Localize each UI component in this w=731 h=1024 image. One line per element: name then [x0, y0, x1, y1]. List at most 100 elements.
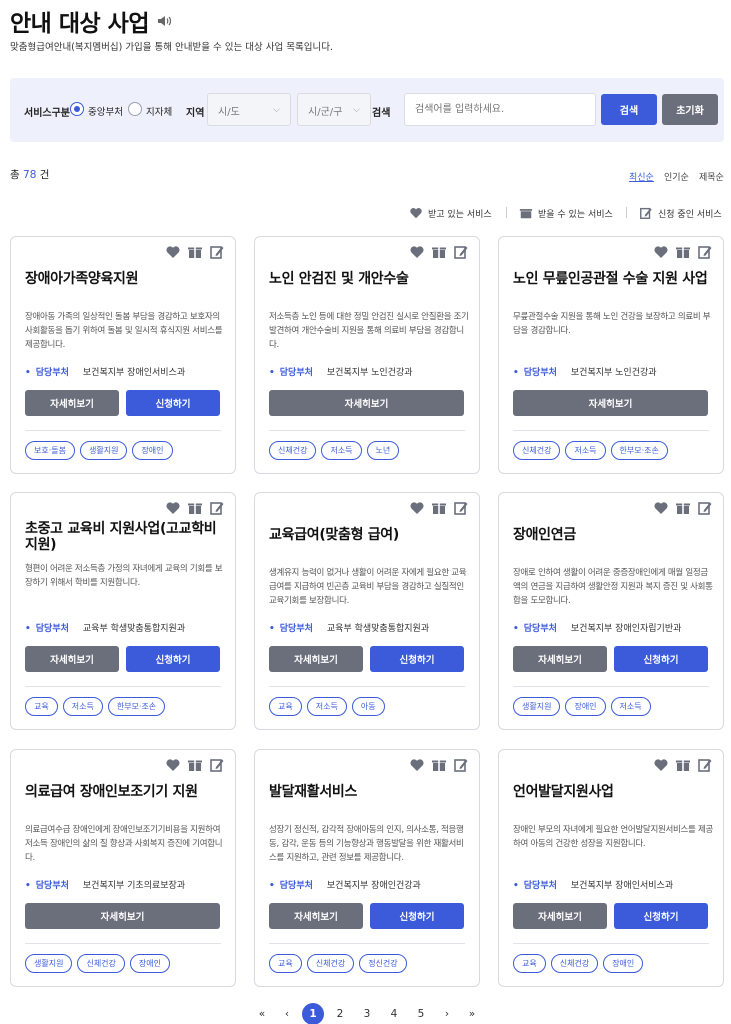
tag[interactable]: 생활지원 — [79, 441, 128, 460]
tag[interactable]: 생활지원 — [25, 954, 73, 973]
edit-icon[interactable] — [453, 500, 469, 516]
last-page-icon[interactable]: » — [461, 1003, 483, 1024]
detail-button[interactable]: 자세히보기 — [25, 903, 220, 929]
tag[interactable]: 신체건강 — [77, 954, 125, 973]
edit-icon[interactable] — [697, 244, 713, 260]
gift-icon[interactable] — [187, 500, 203, 516]
apply-button[interactable]: 신청하기 — [126, 646, 220, 672]
heart-icon[interactable] — [409, 244, 425, 260]
heart-icon[interactable] — [165, 500, 181, 516]
gift-icon[interactable] — [187, 757, 203, 773]
edit-icon[interactable] — [453, 757, 469, 773]
sort-popular[interactable]: 인기순 — [664, 170, 689, 183]
gift-icon[interactable] — [431, 757, 447, 773]
search-input[interactable] — [404, 93, 596, 126]
gift-icon[interactable] — [187, 244, 203, 260]
apply-button[interactable]: 신청하기 — [614, 903, 708, 929]
heart-icon[interactable] — [409, 757, 425, 773]
page-1[interactable]: 1 — [302, 1003, 324, 1024]
tag[interactable]: 아동 — [351, 697, 385, 716]
page-header: 안내 대상 사업 — [10, 4, 173, 38]
apply-button[interactable]: 신청하기 — [370, 646, 464, 672]
tag[interactable]: 신체건강 — [269, 441, 317, 460]
card-description: 장애인 부모의 자녀에게 필요한 언어발달지원서비스를 제공하여 아동의 건강한… — [513, 825, 714, 849]
tag[interactable]: 저소득 — [321, 441, 362, 460]
card-tags: 생활지원 신체건강 장애인 — [25, 954, 170, 973]
tag[interactable]: 보호·돌봄 — [25, 441, 75, 460]
heart-icon[interactable] — [165, 244, 181, 260]
tag[interactable]: 장애인 — [129, 954, 170, 973]
page-3[interactable]: 3 — [356, 1003, 378, 1024]
apply-button[interactable]: 신청하기 — [370, 903, 464, 929]
tag[interactable]: 저소득 — [62, 697, 103, 716]
tag[interactable]: 노년 — [366, 441, 400, 460]
heart-icon[interactable] — [653, 500, 669, 516]
tag[interactable]: 교육 — [269, 954, 302, 973]
tag[interactable]: 교육 — [513, 954, 546, 973]
card-tags: 교육 저소득 아동 — [269, 697, 385, 716]
page-5[interactable]: 5 — [410, 1003, 432, 1024]
sort-latest[interactable]: 최신순 — [629, 170, 654, 183]
radio-local[interactable] — [128, 102, 142, 116]
dept-value: 교육부 학생맞춤통합지원과 — [326, 624, 430, 634]
speaker-icon[interactable] — [155, 12, 173, 30]
sort-title[interactable]: 제목순 — [699, 170, 724, 183]
tag[interactable]: 교육 — [25, 697, 58, 716]
edit-icon[interactable] — [209, 244, 225, 260]
heart-icon[interactable] — [653, 244, 669, 260]
detail-button[interactable]: 자세히보기 — [269, 903, 363, 929]
tag[interactable]: 신체건강 — [513, 441, 561, 460]
heart-icon[interactable] — [653, 757, 669, 773]
tag[interactable]: 저소득 — [306, 697, 347, 716]
heart-icon[interactable] — [409, 500, 425, 516]
tag[interactable]: 장애인 — [565, 697, 606, 716]
sido-select[interactable]: 시/도 ⌵ — [207, 93, 291, 126]
sigungu-select[interactable]: 시/군/구 ⌵ — [297, 93, 371, 126]
apply-button[interactable]: 신청하기 — [126, 390, 220, 416]
tag[interactable]: 신체건강 — [550, 954, 599, 973]
detail-button[interactable]: 자세히보기 — [513, 903, 607, 929]
next-page-icon[interactable]: › — [436, 1003, 458, 1024]
tag[interactable]: 한부모·조손 — [107, 697, 166, 716]
edit-icon[interactable] — [209, 500, 225, 516]
apply-button[interactable]: 신청하기 — [614, 646, 708, 672]
radio-local-label[interactable]: 지자체 — [146, 104, 172, 118]
gift-icon[interactable] — [675, 757, 691, 773]
page-2[interactable]: 2 — [329, 1003, 351, 1024]
detail-button[interactable]: 자세히보기 — [269, 390, 464, 416]
tag[interactable]: 저소득 — [610, 697, 651, 716]
detail-button[interactable]: 자세히보기 — [269, 646, 363, 672]
card-divider — [269, 943, 465, 944]
card-status-icons — [653, 757, 713, 773]
detail-button[interactable]: 자세히보기 — [25, 390, 119, 416]
prev-page-icon[interactable]: ‹ — [276, 1003, 298, 1024]
tag[interactable]: 생활지원 — [513, 697, 561, 716]
tag[interactable]: 저소득 — [565, 441, 606, 460]
reset-button[interactable]: 초기화 — [662, 94, 718, 125]
tag[interactable]: 장애인 — [603, 954, 644, 973]
edit-icon[interactable] — [697, 500, 713, 516]
detail-button[interactable]: 자세히보기 — [25, 646, 119, 672]
tag[interactable]: 정신건강 — [359, 954, 407, 973]
edit-icon[interactable] — [453, 244, 469, 260]
tag[interactable]: 장애인 — [132, 441, 173, 460]
gift-icon[interactable] — [675, 244, 691, 260]
search-button[interactable]: 검색 — [601, 94, 657, 125]
edit-icon[interactable] — [209, 757, 225, 773]
heart-icon[interactable] — [165, 757, 181, 773]
radio-central-label[interactable]: 중앙부처 — [88, 104, 123, 118]
detail-button[interactable]: 자세히보기 — [513, 646, 607, 672]
legend-receiving: 받고 있는 서비스 — [409, 206, 492, 220]
tag[interactable]: 교육 — [269, 697, 302, 716]
card-title: 노인 무릎인공관절 수술 지원 사업 — [513, 271, 708, 287]
tag[interactable]: 신체건강 — [306, 954, 355, 973]
tag[interactable]: 한부모·조손 — [610, 441, 668, 460]
gift-icon[interactable] — [675, 500, 691, 516]
first-page-icon[interactable]: « — [251, 1003, 273, 1024]
page-4[interactable]: 4 — [383, 1003, 405, 1024]
gift-icon[interactable] — [431, 500, 447, 516]
radio-central[interactable] — [70, 102, 84, 116]
edit-icon[interactable] — [697, 757, 713, 773]
detail-button[interactable]: 자세히보기 — [513, 390, 708, 416]
gift-icon[interactable] — [431, 244, 447, 260]
